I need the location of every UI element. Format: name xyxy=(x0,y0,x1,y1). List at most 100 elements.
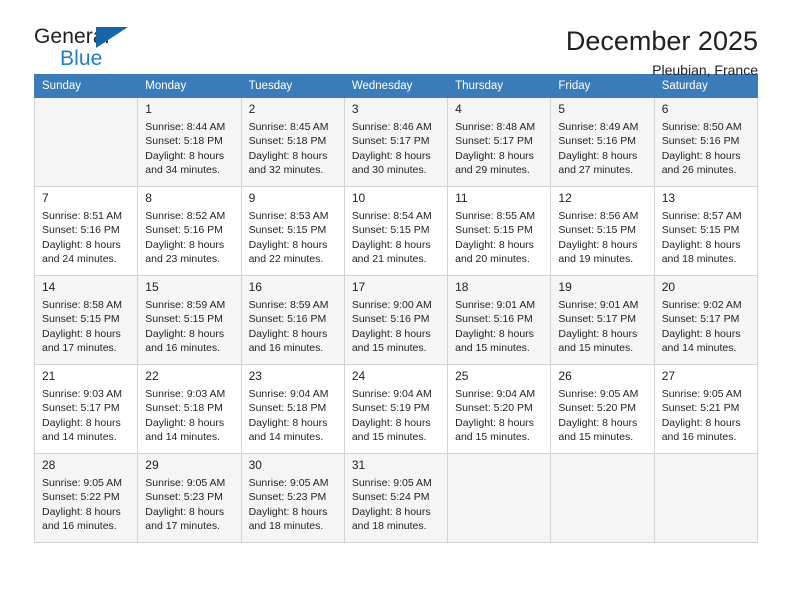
day-cell[interactable]: 1 Sunrise: 8:44 AM Sunset: 5:18 PM Daylight… xyxy=(137,97,242,187)
daylight-text-line1: Daylight: 8 hours xyxy=(145,327,225,340)
sunset-text: Sunset: 5:18 PM xyxy=(145,135,223,148)
weekday-header-monday: Monday xyxy=(137,74,242,98)
sunset-text: Sunset: 5:22 PM xyxy=(42,491,120,504)
day-cell[interactable]: 23 Sunrise: 9:04 AM Sunset: 5:18 PM Dayligh… xyxy=(240,364,345,454)
daylight-text-line2: and 14 minutes. xyxy=(42,431,117,444)
daylight-text-line2: and 15 minutes. xyxy=(558,431,634,444)
day-cell[interactable] xyxy=(550,453,655,543)
day-details: Sunrise: 9:05 AM Sunset: 5:23 PM Daylight:… xyxy=(249,476,338,534)
day-cell[interactable]: 14 Sunrise: 8:58 AM Sunset: 5:15 PM Dayligh… xyxy=(33,275,139,365)
day-number: 24 xyxy=(351,369,366,383)
daylight-text-line2: and 17 minutes. xyxy=(145,520,220,533)
weekday-header-tuesday: Tuesday xyxy=(240,74,345,98)
day-cell[interactable]: 12 Sunrise: 8:56 AM Sunset: 5:15 PM Dayligh… xyxy=(550,186,655,276)
day-cell[interactable] xyxy=(653,453,759,543)
day-number: 20 xyxy=(661,280,676,294)
daylight-text-line1: Daylight: 8 hours xyxy=(145,238,225,251)
sunset-text: Sunset: 5:15 PM xyxy=(661,224,740,237)
calendar-week-row: 7 Sunrise: 8:51 AM Sunset: 5:16 PM Daylight… xyxy=(33,186,759,276)
sunset-text: Sunset: 5:15 PM xyxy=(455,224,533,237)
daylight-text-line1: Daylight: 8 hours xyxy=(145,505,225,518)
day-cell[interactable]: 3 Sunrise: 8:46 AM Sunset: 5:17 PM Daylight… xyxy=(343,97,449,187)
day-cell[interactable]: 24 Sunrise: 9:04 AM Sunset: 5:19 PM Dayligh… xyxy=(343,364,449,454)
daylight-text-line1: Daylight: 8 hours xyxy=(661,327,741,340)
day-details: Sunrise: 9:01 AM Sunset: 5:17 PM Daylight:… xyxy=(558,298,647,356)
day-cell[interactable]: 25 Sunrise: 9:04 AM Sunset: 5:20 PM Dayligh… xyxy=(447,364,552,454)
day-cell[interactable]: 30 Sunrise: 9:05 AM Sunset: 5:23 PM Dayligh… xyxy=(240,453,345,543)
day-cell[interactable]: 17 Sunrise: 9:00 AM Sunset: 5:16 PM Dayligh… xyxy=(343,275,449,365)
day-cell[interactable]: 20 Sunrise: 9:02 AM Sunset: 5:17 PM Dayligh… xyxy=(653,275,759,365)
daylight-text-line2: and 18 minutes. xyxy=(351,520,427,533)
day-cell[interactable]: 26 Sunrise: 9:05 AM Sunset: 5:20 PM Dayligh… xyxy=(550,364,655,454)
sunrise-text: Sunrise: 9:03 AM xyxy=(42,388,122,400)
daylight-text-line2: and 15 minutes. xyxy=(455,431,530,444)
day-cell[interactable]: 6 Sunrise: 8:50 AM Sunset: 5:16 PM Daylight… xyxy=(653,97,759,187)
day-cell[interactable]: 9 Sunrise: 8:53 AM Sunset: 5:15 PM Daylight… xyxy=(240,186,345,276)
sunset-text: Sunset: 5:20 PM xyxy=(558,402,637,415)
day-cell[interactable]: 19 Sunrise: 9:01 AM Sunset: 5:17 PM Dayligh… xyxy=(550,275,655,365)
day-cell[interactable]: 31 Sunrise: 9:05 AM Sunset: 5:24 PM Dayligh… xyxy=(343,453,449,543)
day-details: Sunrise: 9:02 AM Sunset: 5:17 PM Daylight:… xyxy=(662,298,751,356)
day-cell[interactable]: 28 Sunrise: 9:05 AM Sunset: 5:22 PM Dayligh… xyxy=(33,453,139,543)
daylight-text-line2: and 16 minutes. xyxy=(42,520,117,533)
day-cell[interactable]: 27 Sunrise: 9:05 AM Sunset: 5:21 PM Dayligh… xyxy=(653,364,759,454)
daylight-text-line1: Daylight: 8 hours xyxy=(145,416,225,429)
day-cell[interactable]: 11 Sunrise: 8:55 AM Sunset: 5:15 PM Dayligh… xyxy=(447,186,552,276)
sunset-text: Sunset: 5:15 PM xyxy=(42,313,120,326)
day-number: 26 xyxy=(558,369,572,383)
day-details: Sunrise: 8:46 AM Sunset: 5:17 PM Daylight:… xyxy=(352,120,441,178)
day-details: Sunrise: 8:54 AM Sunset: 5:15 PM Daylight:… xyxy=(352,209,441,267)
daylight-text-line1: Daylight: 8 hours xyxy=(351,238,431,251)
day-cell[interactable]: 8 Sunrise: 8:52 AM Sunset: 5:16 PM Daylight… xyxy=(137,186,242,276)
day-details: Sunrise: 8:49 AM Sunset: 5:16 PM Daylight:… xyxy=(558,120,647,178)
day-cell[interactable]: 22 Sunrise: 9:03 AM Sunset: 5:18 PM Dayligh… xyxy=(137,364,242,454)
day-details: Sunrise: 9:03 AM Sunset: 5:17 PM Daylight:… xyxy=(42,387,131,445)
day-cell[interactable] xyxy=(447,453,552,543)
day-details: Sunrise: 8:59 AM Sunset: 5:16 PM Daylight:… xyxy=(249,298,338,356)
day-number: 4 xyxy=(455,102,462,116)
daylight-text-line1: Daylight: 8 hours xyxy=(351,149,431,162)
day-number: 27 xyxy=(661,369,676,383)
day-cell[interactable]: 2 Sunrise: 8:45 AM Sunset: 5:18 PM Daylight… xyxy=(240,97,345,187)
day-details: Sunrise: 8:44 AM Sunset: 5:18 PM Daylight:… xyxy=(145,120,234,178)
day-number: 29 xyxy=(145,458,159,472)
day-details: Sunrise: 8:53 AM Sunset: 5:15 PM Daylight:… xyxy=(249,209,338,267)
day-cell[interactable]: 15 Sunrise: 8:59 AM Sunset: 5:15 PM Dayligh… xyxy=(137,275,242,365)
sunrise-text: Sunrise: 8:55 AM xyxy=(455,210,536,222)
daylight-text-line2: and 15 minutes. xyxy=(351,431,427,444)
daylight-text-line1: Daylight: 8 hours xyxy=(351,327,431,340)
weekday-header-thursday: Thursday xyxy=(447,74,552,98)
day-number: 22 xyxy=(145,369,159,383)
day-number: 21 xyxy=(42,369,56,383)
day-cell[interactable]: 18 Sunrise: 9:01 AM Sunset: 5:16 PM Dayligh… xyxy=(447,275,552,365)
day-cell[interactable]: 13 Sunrise: 8:57 AM Sunset: 5:15 PM Dayligh… xyxy=(653,186,759,276)
day-cell[interactable]: 29 Sunrise: 9:05 AM Sunset: 5:23 PM Dayligh… xyxy=(137,453,242,543)
day-cell[interactable]: 4 Sunrise: 8:48 AM Sunset: 5:17 PM Daylight… xyxy=(447,97,552,187)
sunrise-text: Sunrise: 8:48 AM xyxy=(455,121,536,133)
day-cell[interactable]: 10 Sunrise: 8:54 AM Sunset: 5:15 PM Dayligh… xyxy=(343,186,449,276)
day-number: 17 xyxy=(351,280,366,294)
daylight-text-line2: and 19 minutes. xyxy=(558,253,634,266)
weekday-header-sunday: Sunday xyxy=(33,74,139,98)
day-cell[interactable]: 5 Sunrise: 8:49 AM Sunset: 5:16 PM Daylight… xyxy=(550,97,655,187)
daylight-text-line1: Daylight: 8 hours xyxy=(558,327,638,340)
day-cell[interactable]: 7 Sunrise: 8:51 AM Sunset: 5:16 PM Daylight… xyxy=(33,186,139,276)
day-number: 18 xyxy=(455,280,469,294)
general-blue-logo[interactable]: General Blue xyxy=(34,26,144,74)
sunset-text: Sunset: 5:23 PM xyxy=(145,491,223,504)
day-number: 6 xyxy=(661,102,669,116)
page-header: General Blue December 2025 Pleubian, Fra… xyxy=(34,0,758,78)
sunset-text: Sunset: 5:16 PM xyxy=(42,224,120,237)
day-details: Sunrise: 9:05 AM Sunset: 5:20 PM Daylight:… xyxy=(558,387,647,445)
daylight-text-line1: Daylight: 8 hours xyxy=(42,505,121,518)
sunrise-text: Sunrise: 9:05 AM xyxy=(351,477,432,489)
day-details: Sunrise: 8:55 AM Sunset: 5:15 PM Daylight:… xyxy=(455,209,544,267)
sunset-text: Sunset: 5:15 PM xyxy=(351,224,430,237)
sunrise-text: Sunrise: 9:01 AM xyxy=(455,299,536,311)
sunrise-text: Sunrise: 8:54 AM xyxy=(351,210,432,222)
day-cell[interactable]: 21 Sunrise: 9:03 AM Sunset: 5:17 PM Dayligh… xyxy=(33,364,139,454)
sunrise-text: Sunrise: 9:01 AM xyxy=(558,299,639,311)
day-cell[interactable] xyxy=(33,97,139,187)
day-details: Sunrise: 9:00 AM Sunset: 5:16 PM Daylight:… xyxy=(352,298,441,356)
day-cell[interactable]: 16 Sunrise: 8:59 AM Sunset: 5:16 PM Dayligh… xyxy=(240,275,345,365)
